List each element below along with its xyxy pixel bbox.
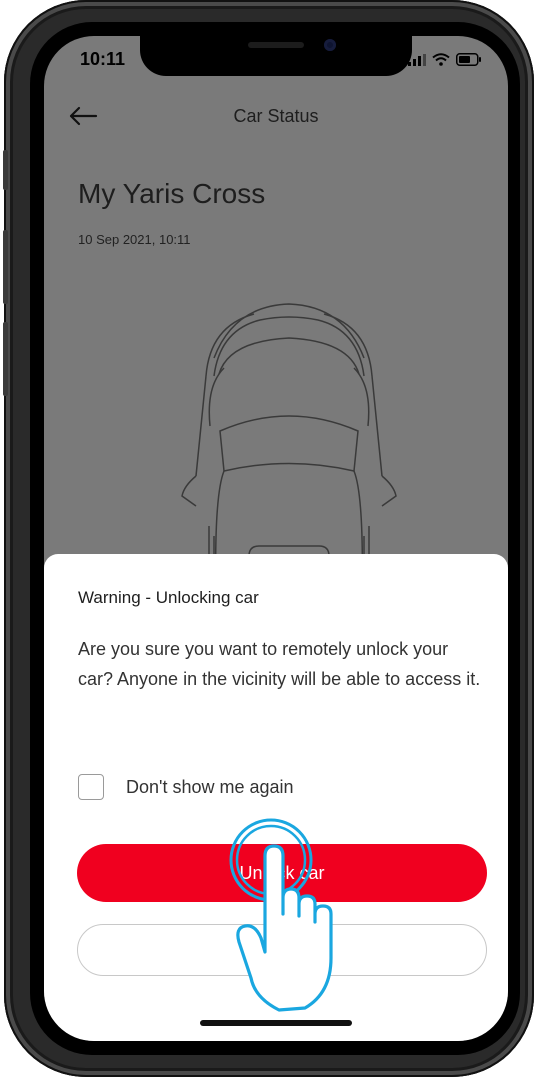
unlock-car-button[interactable]: Unlock car	[77, 844, 487, 902]
page-title: Car Status	[233, 106, 319, 126]
unlock-warning-dialog: Warning - Unlocking car Are you sure you…	[44, 554, 508, 1041]
notch	[140, 36, 412, 76]
speaker-grille	[248, 42, 304, 48]
dont-show-again-checkbox[interactable]	[78, 774, 104, 800]
dialog-message: Are you sure you want to remotely unlock…	[78, 639, 481, 689]
dont-show-again-label: Don't show me again	[126, 776, 294, 797]
app-screen: 10:11 Car Status My Yaris Cross 10 Sep 2…	[44, 36, 508, 1041]
status-bar-icons	[408, 53, 482, 66]
dont-show-again-row[interactable]: Don't show me again	[78, 774, 294, 800]
home-indicator	[200, 1020, 352, 1026]
cancel-button[interactable]: Cancel	[77, 924, 487, 976]
car-top-view-icon	[181, 303, 397, 596]
nav-header: Car Status	[44, 98, 508, 138]
volume-down-button	[3, 322, 8, 396]
front-camera	[324, 39, 336, 51]
battery-icon	[456, 53, 481, 66]
phone-frame: 10:11 Car Status My Yaris Cross 10 Sep 2…	[3, 0, 534, 1077]
vehicle-timestamp: 10 Sep 2021, 10:11	[78, 232, 191, 247]
wifi-icon	[432, 53, 450, 66]
volume-up-button	[3, 230, 8, 304]
vehicle-name: My Yaris Cross	[78, 178, 266, 209]
silent-switch	[3, 150, 8, 190]
status-bar-time: 10:11	[80, 49, 126, 69]
dialog-title: Warning - Unlocking car	[78, 588, 259, 607]
